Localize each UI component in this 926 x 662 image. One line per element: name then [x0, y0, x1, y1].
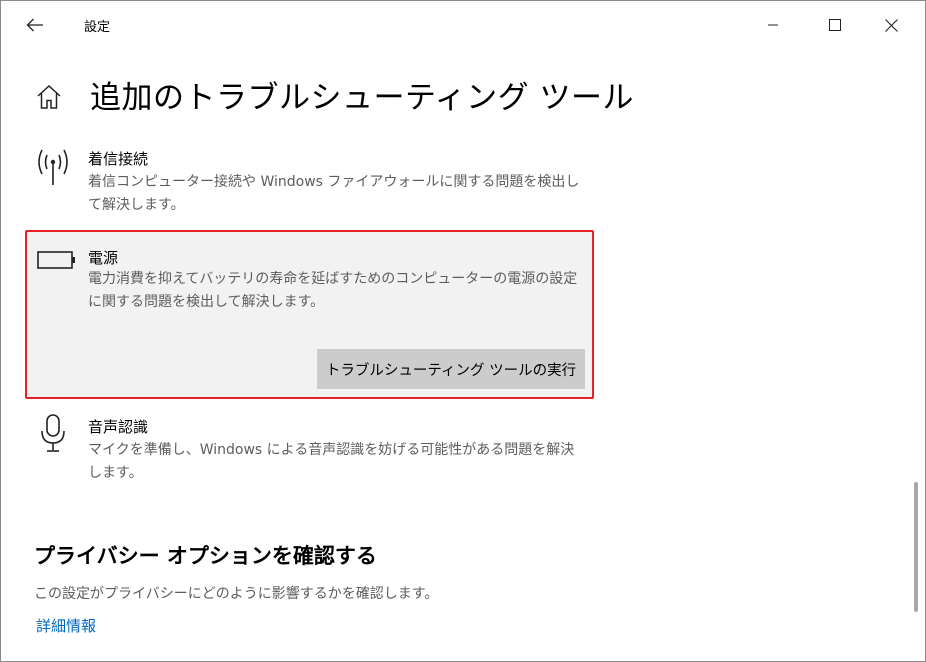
- more-info-link[interactable]: 詳細情報: [36, 615, 96, 636]
- maximize-button[interactable]: [813, 7, 857, 43]
- close-icon: [884, 18, 898, 32]
- privacy-description: この設定がプライバシーにどのように影響するかを確認します。: [34, 586, 439, 602]
- minimize-icon: [768, 24, 778, 26]
- troubleshooter-speech-recognition[interactable]: 音声認識 マイクを準備し、Windows による音声認識を妨げる可能性がある問題…: [25, 411, 594, 491]
- antenna-signal-icon: [38, 149, 68, 185]
- microphone-icon: [41, 414, 65, 452]
- settings-window: 設定 追加のトラブルシューティング ツール 着信接続 着信コンピューター接続や …: [0, 0, 926, 662]
- troubleshooter-incoming-connections[interactable]: 着信接続 着信コンピューター接続や Windows ファイアウォールに関する問題…: [25, 143, 594, 223]
- troubleshooter-power[interactable]: 電源 電力消費を抑えてバッテリの寿命を延ばすためのコンピューターの電源の設定に関…: [25, 230, 594, 399]
- close-button[interactable]: [869, 7, 913, 43]
- maximize-icon: [829, 19, 841, 31]
- troubleshooter-title: 電源: [88, 249, 119, 267]
- minimize-button[interactable]: [751, 7, 795, 43]
- troubleshooter-description: マイクを準備し、Windows による音声認識を妨げる可能性がある問題を解決しま…: [88, 442, 575, 481]
- page-title: 追加のトラブルシューティング ツール: [90, 80, 634, 116]
- title-bar: 設定: [1, 1, 925, 49]
- troubleshooter-title: 着信接続: [88, 150, 149, 168]
- troubleshooter-description: 着信コンピューター接続や Windows ファイアウォールに関する問題を検出して…: [88, 174, 580, 213]
- run-troubleshooter-button[interactable]: トラブルシューティング ツールの実行: [317, 349, 585, 389]
- back-button[interactable]: [13, 7, 57, 43]
- window-title: 設定: [84, 20, 111, 35]
- battery-icon: [37, 251, 75, 269]
- troubleshooter-title: 音声認識: [88, 418, 149, 436]
- arrow-left-icon: [26, 18, 43, 32]
- scrollbar-thumb[interactable]: [914, 482, 918, 612]
- troubleshooter-description: 電力消費を抑えてバッテリの寿命を延ばすためのコンピューターの電源の設定に関する問…: [88, 271, 578, 310]
- privacy-section-title: プライバシー オプションを確認する: [34, 544, 377, 568]
- home-icon[interactable]: [35, 83, 63, 111]
